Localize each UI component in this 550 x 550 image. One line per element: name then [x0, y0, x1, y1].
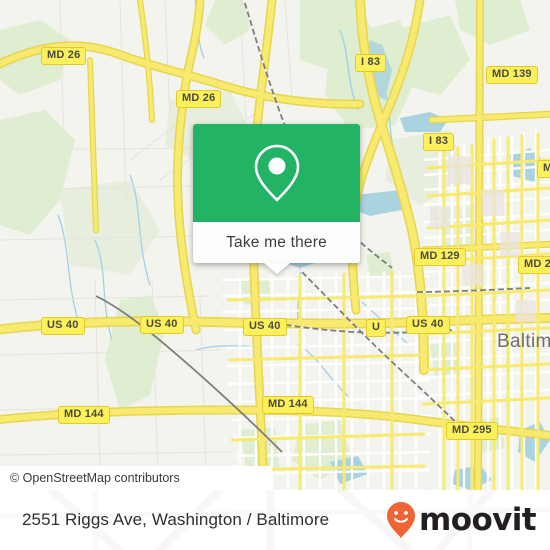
road-shield: US 40: [406, 316, 450, 334]
take-me-there-label: Take me there: [226, 233, 327, 251]
popup-footer[interactable]: Take me there: [193, 222, 360, 274]
road-shield: MD 26: [41, 47, 87, 65]
moovit-wordmark: moovit: [419, 501, 537, 538]
popup-header: [193, 124, 360, 222]
road-shield: US 40: [41, 317, 85, 335]
road-shield: MD 26: [176, 90, 222, 108]
road-shield: U: [366, 319, 387, 337]
map-pin-icon: [254, 144, 299, 202]
moovit-logo[interactable]: moovit: [386, 490, 537, 550]
moovit-pin-smile-icon: [387, 502, 416, 538]
location-popup-card[interactable]: Take me there: [193, 124, 360, 274]
road-shield: MD 139: [486, 66, 538, 84]
road-shield: US 40: [140, 316, 184, 334]
map-screenshot: MD 26 MD 26 I 83 MD 139 I 83 MD MD 129 M…: [0, 0, 550, 550]
road-shield: I 83: [423, 133, 455, 151]
road-shield: MD 295: [446, 422, 498, 440]
osm-attribution-text: © OpenStreetMap contributors: [10, 471, 180, 485]
road-shield: MD: [537, 160, 550, 178]
road-shield: US 40: [243, 318, 287, 336]
footer-bar: 2551 Riggs Ave, Washington / Baltimore m…: [0, 490, 550, 550]
road-shield: MD 2: [518, 256, 550, 274]
address-label: 2551 Riggs Ave, Washington / Baltimore: [22, 490, 329, 550]
city-label-baltimore: Baltimore: [497, 331, 550, 352]
road-shield: MD 144: [262, 396, 314, 414]
osm-attribution[interactable]: © OpenStreetMap contributors: [0, 466, 272, 490]
road-shield: I 83: [355, 54, 387, 72]
map-canvas[interactable]: MD 26 MD 26 I 83 MD 139 I 83 MD MD 129 M…: [0, 0, 550, 490]
popup-pointer: [263, 263, 290, 274]
road-shield: MD 129: [414, 248, 466, 266]
road-shield: MD 144: [58, 406, 110, 424]
address-text: 2551 Riggs Ave, Washington / Baltimore: [22, 510, 330, 529]
